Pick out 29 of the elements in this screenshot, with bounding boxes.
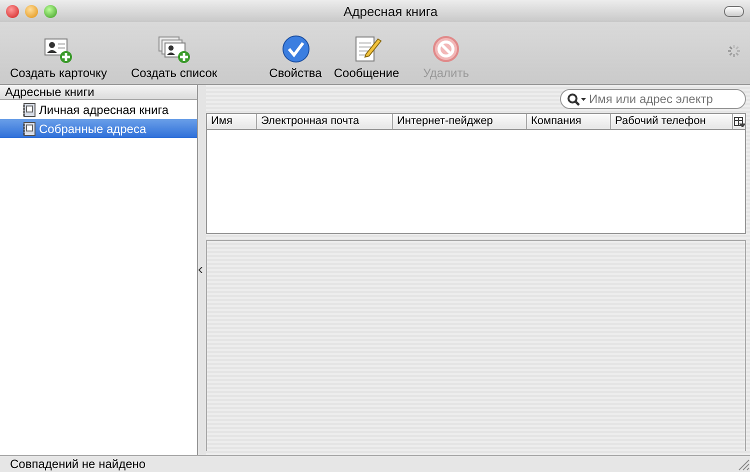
spinner-icon [726, 43, 742, 59]
toolbar-button[interactable]: Создать список [126, 36, 222, 80]
status-text: Совпадений не найдено [10, 457, 146, 471]
close-button[interactable] [6, 4, 19, 18]
column-picker-icon[interactable] [734, 116, 744, 126]
column-header[interactable]: Электронная почта [257, 114, 393, 129]
address-book-icon [23, 122, 36, 136]
card-add-icon [43, 36, 74, 64]
column-header[interactable]: Рабочий телефон [611, 114, 733, 129]
search-field[interactable]: Имя или адрес электр [560, 89, 746, 109]
checkmark-icon [280, 34, 310, 64]
resize-grip-icon[interactable] [736, 457, 750, 471]
column-header[interactable]: Интернет-пейджер [393, 114, 527, 129]
search-icon [567, 92, 587, 106]
toolbar-toggle-button[interactable] [724, 6, 744, 16]
sidebar-item[interactable]: Собранные адреса [0, 119, 197, 138]
sidebar-header: Адресные книги [5, 85, 94, 99]
address-book-icon [23, 102, 36, 116]
column-header[interactable]: Имя [207, 114, 257, 129]
zoom-button[interactable] [44, 4, 57, 18]
toolbar-button[interactable]: Создать карточку [6, 36, 111, 80]
cards-add-icon [157, 36, 192, 64]
splitter-handle-icon[interactable] [198, 267, 203, 273]
prohibited-icon [431, 34, 462, 64]
toolbar-button[interactable]: Сообщение [330, 34, 404, 80]
sidebar-item[interactable]: Личная адресная книга [0, 100, 197, 119]
window-title: Адресная книга [343, 4, 438, 18]
column-header[interactable]: Компания [527, 114, 611, 129]
toolbar-button[interactable]: Свойства [265, 34, 326, 80]
